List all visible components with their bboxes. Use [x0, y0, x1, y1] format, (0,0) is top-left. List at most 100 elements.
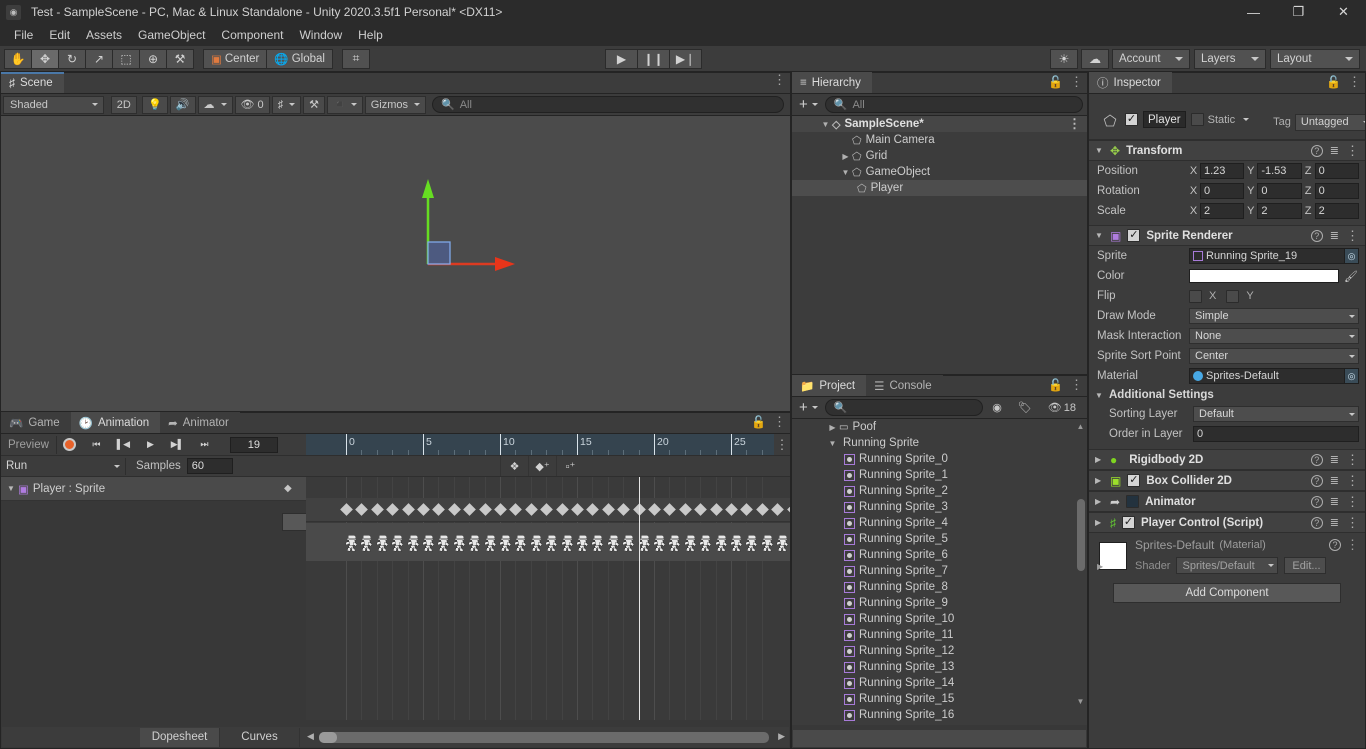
keyframe-diamond[interactable] [725, 503, 738, 516]
hierarchy-item-player[interactable]: ⬠ Player [792, 180, 1087, 196]
next-frame-button[interactable]: ▶▌ [164, 435, 191, 454]
preview-toggle-button[interactable]: Preview [1, 435, 57, 454]
samples-input[interactable]: 60 [186, 458, 233, 474]
static-toggle[interactable]: Static [1190, 113, 1250, 126]
preset-icon[interactable]: ≣ [1330, 495, 1339, 508]
scroll-right-icon[interactable]: ▶ [778, 731, 785, 742]
property-keyframe-icon[interactable]: ◆ [284, 483, 292, 494]
horizontal-scrollbar[interactable]: ◀ ▶ [307, 731, 785, 744]
step-button[interactable]: ▶❘ [669, 48, 702, 69]
help-icon[interactable]: ? [1310, 516, 1323, 529]
help-icon[interactable]: ? [1310, 453, 1323, 466]
keyframe-diamond[interactable] [786, 503, 790, 516]
animation-options-icon[interactable]: ⋮ [773, 415, 786, 428]
create-asset-button[interactable]: + [796, 399, 821, 416]
keyframe-diamond[interactable] [617, 503, 631, 516]
timeline-ruler[interactable]: 0 5 10 15 20 25 [306, 434, 774, 455]
lock-icon[interactable]: 🔓 [751, 415, 766, 429]
project-item-sprite[interactable]: Running Sprite_11 [792, 627, 1087, 643]
keyframe-diamond[interactable] [755, 503, 769, 516]
project-item-sprite[interactable]: Running Sprite_4 [792, 515, 1087, 531]
chevron-down-icon[interactable]: ▼ [826, 439, 839, 448]
scene-context-icon[interactable]: ⋮ [1068, 117, 1081, 130]
keyframe-diamond[interactable] [524, 503, 538, 516]
transform-component-header[interactable]: ▼ ✥ Transform ? ≣ ⋮ [1089, 140, 1365, 161]
keyframe-diamond[interactable] [401, 503, 415, 516]
record-button[interactable] [57, 435, 83, 454]
project-item-sprite[interactable]: Running Sprite_10 [792, 611, 1087, 627]
position-z-input[interactable]: 0 [1314, 163, 1359, 179]
tab-hierarchy[interactable]: ≡ Hierarchy [792, 72, 872, 93]
rotation-z-input[interactable]: 0 [1314, 183, 1359, 199]
add-event-icon[interactable]: ▫⁺ [556, 456, 584, 476]
project-item-sprite[interactable]: Running Sprite_6 [792, 547, 1087, 563]
preset-icon[interactable]: ≣ [1330, 516, 1339, 529]
keyframe-diamond[interactable] [509, 503, 523, 516]
scroll-left-icon[interactable]: ◀ [307, 731, 314, 742]
chevron-right-icon[interactable]: ▶ [1095, 518, 1104, 527]
timeline-playhead[interactable] [638, 477, 640, 720]
boxcollider2d-enabled-checkbox[interactable]: ✓ [1127, 474, 1141, 487]
component-menu-icon[interactable]: ⋮ [1346, 538, 1359, 551]
hierarchy-item-samplescene[interactable]: ▼ ◇ SampleScene* ⋮ [792, 116, 1087, 132]
rotation-y-input[interactable]: 0 [1257, 183, 1302, 199]
project-item-sprite[interactable]: Running Sprite_7 [792, 563, 1087, 579]
project-item-sprite[interactable]: Running Sprite_15 [792, 691, 1087, 707]
project-item-sprite[interactable]: Running Sprite_14 [792, 675, 1087, 691]
sprite-renderer-enabled-checkbox[interactable]: ✓ [1127, 229, 1141, 242]
component-menu-icon[interactable]: ⋮ [1346, 453, 1359, 466]
move-gizmo[interactable] [391, 174, 571, 304]
create-object-button[interactable]: + [796, 96, 821, 113]
keyframe-row[interactable] [306, 498, 790, 522]
keyframe-diamond[interactable] [463, 503, 477, 516]
keyframe-diamond[interactable] [571, 503, 584, 516]
chevron-right-icon[interactable]: ▶ [839, 152, 852, 161]
project-item-running-sprite[interactable]: ▼ Running Sprite [792, 435, 1087, 451]
project-item-poof[interactable]: ▶ ▭ Poof [792, 419, 1087, 435]
scale-y-input[interactable]: 2 [1257, 203, 1302, 219]
pivot-mode-button[interactable]: ▣ Center [203, 48, 268, 69]
close-button[interactable]: ✕ [1321, 0, 1366, 24]
scene-options-icon[interactable]: ⋮ [773, 73, 786, 86]
keyframe-diamond[interactable] [355, 503, 369, 516]
keyframe-diamond[interactable] [586, 503, 600, 516]
grid-snap-icon[interactable]: ⌗ [341, 48, 370, 69]
eyedropper-icon[interactable]: 🖌 [1343, 270, 1359, 283]
tab-game[interactable]: 🎮 Game [1, 412, 71, 433]
hand-tool-icon[interactable]: ✋ [4, 48, 32, 69]
keyframe-diamond[interactable] [694, 503, 708, 516]
filter-by-label-icon[interactable]: 🏷 [1012, 398, 1037, 417]
color-swatch[interactable] [1189, 269, 1339, 283]
material-object-field[interactable]: Sprites-Default ◎ [1189, 368, 1359, 384]
dopesheet-area[interactable] [306, 477, 790, 720]
keyframe-diamond[interactable] [478, 503, 492, 516]
inspector-options-icon[interactable]: ⋮ [1348, 75, 1361, 88]
tab-inspector[interactable]: ⓘ Inspector [1089, 72, 1172, 93]
tag-dropdown[interactable]: Untagged [1294, 113, 1365, 131]
additional-settings-foldout[interactable]: ▼ Additional Settings [1089, 386, 1365, 404]
gizmos-dropdown[interactable]: Gizmos [364, 95, 426, 114]
scene-audio-icon[interactable]: 🔊 [169, 95, 196, 114]
hierarchy-search-input[interactable]: 🔍 All [824, 96, 1083, 113]
keyframe-diamond[interactable] [432, 503, 446, 516]
sprite-sort-point-dropdown[interactable]: Center [1189, 348, 1359, 364]
project-item-sprite[interactable]: Running Sprite_9 [792, 595, 1087, 611]
project-item-sprite[interactable]: Running Sprite_13 [792, 659, 1087, 675]
project-item-sprite[interactable]: Running Sprite_3 [792, 499, 1087, 515]
keyframe-diamond[interactable] [678, 503, 692, 516]
keyframe-diamond[interactable] [370, 503, 384, 516]
chevron-right-icon[interactable]: ▶ [1095, 455, 1104, 464]
scene-fx-icon[interactable]: ☁ [197, 95, 233, 114]
keyframe-diamond[interactable] [447, 503, 461, 516]
help-icon[interactable]: ? [1310, 229, 1323, 242]
project-item-sprite[interactable]: Running Sprite_12 [792, 643, 1087, 659]
scene-search-input[interactable]: 🔍 All [431, 96, 784, 113]
chevron-down-icon[interactable]: ▼ [819, 120, 832, 129]
timeline-options-icon[interactable]: ⋮ [774, 438, 790, 451]
chevron-down-icon[interactable]: ▼ [839, 168, 852, 177]
preset-icon[interactable]: ≣ [1330, 474, 1339, 487]
project-item-sprite[interactable]: Running Sprite_8 [792, 579, 1087, 595]
tab-scene[interactable]: ♯ Scene [1, 72, 64, 93]
draw-mode-dropdown[interactable]: Simple [1189, 308, 1359, 324]
menu-item-edit[interactable]: Edit [41, 26, 78, 44]
